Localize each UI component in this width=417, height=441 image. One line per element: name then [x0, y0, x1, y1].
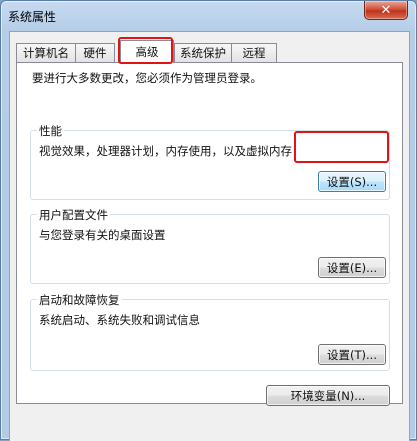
environment-variables-button[interactable]: 环境变量(N)...: [266, 385, 390, 406]
startup-recovery-settings-button[interactable]: 设置(T)...: [318, 344, 386, 365]
window-title: 系统属性: [8, 10, 57, 24]
close-button[interactable]: ✕: [364, 1, 408, 20]
startup-recovery-title: 启动和故障恢复: [37, 292, 122, 308]
tab-system-protection[interactable]: 系统保护: [174, 43, 232, 62]
performance-settings-button[interactable]: 设置(S)...: [318, 171, 386, 192]
performance-group: 性能 视觉效果，处理器计划，内存使用，以及虚拟内存 设置(S)...: [30, 123, 390, 200]
admin-notice: 要进行大多数更改，您必须作为管理员登录。: [32, 71, 262, 85]
advanced-tab-panel: 要进行大多数更改，您必须作为管理员登录。 性能 视觉效果，处理器计划，内存使用，…: [16, 62, 403, 406]
startup-recovery-group: 启动和故障恢复 系统启动、系统失败和调试信息 设置(T)...: [30, 292, 390, 371]
tab-advanced[interactable]: 高级: [120, 40, 174, 63]
performance-desc: 视觉效果，处理器计划，内存使用，以及虚拟内存: [39, 144, 292, 158]
user-profiles-desc: 与您登录有关的桌面设置: [39, 228, 166, 242]
user-profiles-title: 用户配置文件: [37, 207, 110, 223]
startup-recovery-desc: 系统启动、系统失败和调试信息: [39, 313, 200, 327]
tab-computer-name[interactable]: 计算机名: [16, 43, 76, 62]
tab-remote[interactable]: 远程: [231, 43, 277, 62]
user-profiles-group: 用户配置文件 与您登录有关的桌面设置 设置(E)...: [30, 207, 390, 284]
user-profiles-settings-button[interactable]: 设置(E)...: [318, 257, 386, 278]
system-properties-window: 系统属性 ✕ 计算机名 硬件 高级 系统保护 远程 要进行大多数更改，您必须作为…: [0, 0, 417, 441]
close-icon: ✕: [380, 2, 392, 18]
tab-hardware[interactable]: 硬件: [75, 43, 115, 62]
dialog-client-area: 计算机名 硬件 高级 系统保护 远程 要进行大多数更改，您必须作为管理员登录。 …: [9, 31, 410, 441]
performance-title: 性能: [37, 123, 64, 139]
